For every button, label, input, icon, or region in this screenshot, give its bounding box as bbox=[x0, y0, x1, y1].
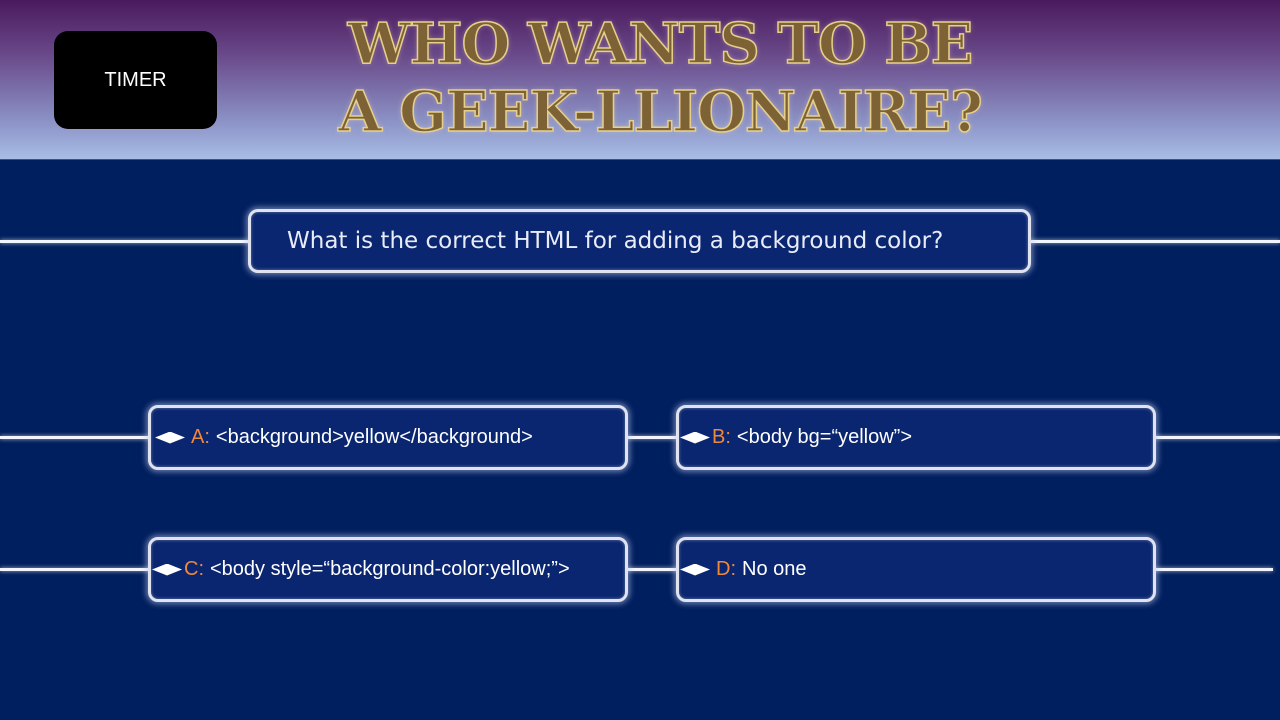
game-title-line-1: WHO WANTS TO BE bbox=[347, 10, 974, 78]
answer-row1-line-middle bbox=[625, 436, 680, 439]
answer-c-button[interactable]: C: <body style=“background-color:yellow;… bbox=[148, 537, 628, 602]
answer-b-letter: B: bbox=[712, 426, 731, 448]
diamond-icon bbox=[680, 563, 710, 576]
answer-c-letter: C: bbox=[184, 558, 204, 580]
timer-box: TIMER bbox=[54, 31, 217, 129]
question-text: What is the correct HTML for adding a ba… bbox=[287, 228, 944, 254]
game-title: WHO WANTS TO BE A GEEK-LLIONAIRE? bbox=[300, 10, 1020, 146]
answer-d-button[interactable]: D: No one bbox=[676, 537, 1156, 602]
game-title-line-2: A GEEK-LLIONAIRE? bbox=[337, 78, 983, 146]
answer-row1-line-right bbox=[1153, 436, 1280, 439]
diamond-icon bbox=[680, 431, 710, 444]
answer-c-text: <body style=“background-color:yellow;”> bbox=[210, 558, 570, 580]
answer-a-letter: A: bbox=[191, 426, 210, 448]
timer-label: TIMER bbox=[104, 68, 167, 91]
answer-row2-line-middle bbox=[625, 568, 680, 571]
answer-row2-line-left bbox=[0, 568, 152, 571]
answer-a-button[interactable]: A: <background>yellow</background> bbox=[148, 405, 628, 470]
answer-row2-line-right bbox=[1153, 568, 1273, 571]
question-line-left bbox=[0, 240, 252, 243]
diamond-icon bbox=[155, 431, 185, 444]
header-banner: TIMER WHO WANTS TO BE A GEEK-LLIONAIRE? bbox=[0, 0, 1280, 160]
answer-b-button[interactable]: B: <body bg=“yellow”> bbox=[676, 405, 1156, 470]
answer-a-text: <background>yellow</background> bbox=[215, 426, 533, 448]
answer-d-letter: D: bbox=[716, 558, 736, 580]
answer-row1-line-left bbox=[0, 436, 152, 439]
diamond-icon bbox=[152, 563, 182, 576]
answer-b-text: <body bg=“yellow”> bbox=[736, 426, 913, 448]
answer-d-text: No one bbox=[742, 558, 807, 580]
question-line-right bbox=[1027, 240, 1280, 243]
question-box: What is the correct HTML for adding a ba… bbox=[248, 209, 1031, 273]
